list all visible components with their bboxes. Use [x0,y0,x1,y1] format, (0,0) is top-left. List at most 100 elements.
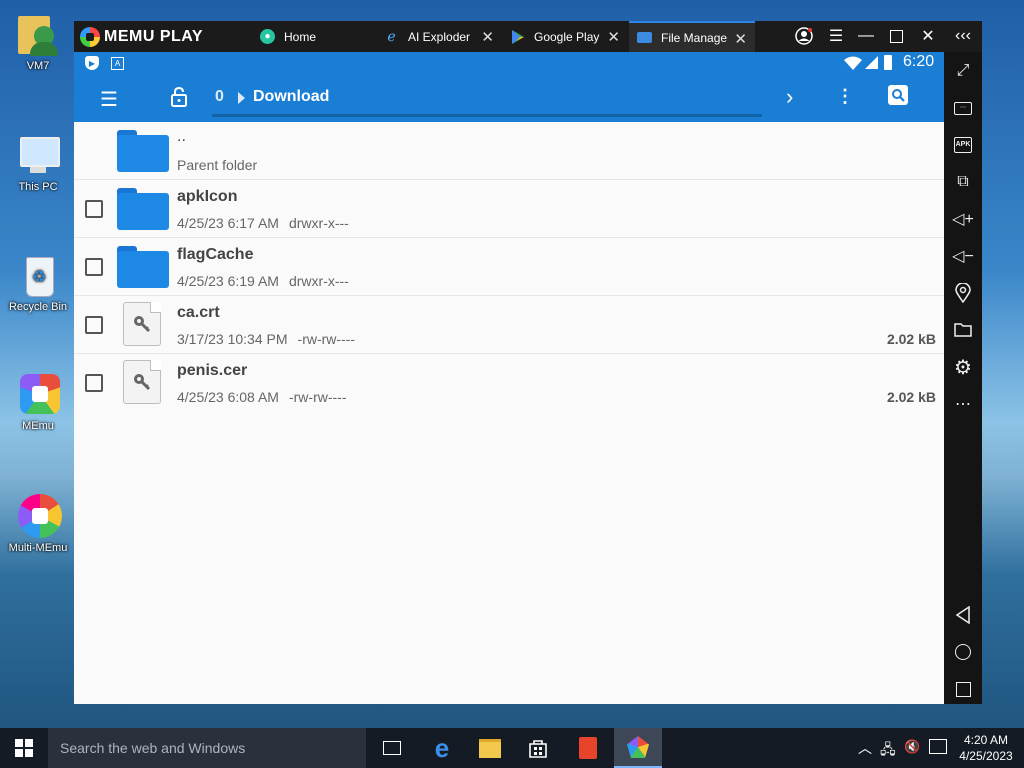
status-time: 6:20 [903,53,935,70]
item-name: .. [177,128,186,145]
desktop-icon-multi-memu[interactable]: Multi-MEmu [4,494,72,554]
memu-window: MEMU PLAY ● Home ℯ AI Exploder ✕ Google … [74,21,982,704]
tab-home[interactable]: ● Home [252,21,376,52]
app-bar: ☰ 0 Download › ⋮ [74,74,944,122]
folder-icon [117,130,169,172]
folder-icon [117,188,169,230]
ai-exploder-icon: ℯ [387,28,396,44]
back-icon[interactable] [951,603,975,627]
store-icon[interactable] [514,728,562,768]
memu-icon[interactable] [614,728,662,768]
status-bar: ▶ A 6:20 [74,52,944,74]
file-list: .. Parent folder apkIcon 4/25/23 6:17 AM… [74,122,944,411]
memu-logo-icon [80,27,100,47]
battery-icon [884,55,892,70]
certificate-key-icon [123,360,161,404]
menu-icon[interactable]: ☰ [825,25,847,47]
volume-up-icon[interactable]: ◁+ [951,207,975,231]
recents-icon[interactable] [951,677,975,701]
desktop-icon-label: VM7 [26,60,50,72]
account-icon[interactable] [793,25,815,47]
tab-ai-exploder[interactable]: ℯ AI Exploder ✕ [376,21,502,52]
chevron-up-icon[interactable]: ︿ [858,738,872,758]
start-button[interactable] [0,728,48,768]
multi-memu-icon [16,494,62,538]
minimize-icon[interactable]: — [855,25,877,47]
item-meta: 4/25/23 6:17 AM drwxr-x--- [177,215,349,231]
action-center-icon[interactable] [929,739,947,754]
maximize-icon[interactable] [885,25,907,47]
google-play-icon [510,29,525,44]
list-item[interactable]: apkIcon 4/25/23 6:17 AM drwxr-x--- [74,180,944,238]
location-icon[interactable] [951,281,975,305]
multi-window-icon[interactable]: ⧉ [951,170,975,194]
fullscreen-icon[interactable]: ⤢ [951,59,975,83]
memu-icon [16,372,60,416]
search-box[interactable]: Search the web and Windows [48,728,366,768]
desktop-icon-label: Multi-MEmu [8,542,68,554]
item-meta: Parent folder [177,157,258,173]
close-tab-icon[interactable]: ✕ [481,28,494,46]
tab-file-manager[interactable]: File Manage ✕ [629,21,755,52]
collapse-sidebar-icon[interactable]: ‹‹‹ [952,25,974,47]
item-meta: 3/17/23 10:34 PM -rw-rw---- [177,331,356,347]
chevron-right-icon[interactable]: › [786,84,793,110]
android-screen: ▶ A 6:20 ☰ 0 Download › ⋮ .. Parent fold [74,52,944,704]
breadcrumb-count[interactable]: 0 [215,88,224,106]
memu-logo: MEMU PLAY [80,26,203,48]
item-size: 2.02 kB [886,389,936,405]
certificate-key-icon [123,302,161,346]
office-icon[interactable] [564,728,612,768]
item-checkbox[interactable] [85,200,103,218]
tab-google-play[interactable]: Google Play ✕ [502,21,628,52]
file-explorer-icon[interactable] [466,728,514,768]
title-bar: MEMU PLAY ● Home ℯ AI Exploder ✕ Google … [74,21,982,52]
desktop-icon-vm7[interactable]: VM7 [4,12,72,72]
home-icon[interactable] [951,640,975,664]
volume-down-icon[interactable]: ◁− [951,244,975,268]
list-item[interactable]: penis.cer 4/25/23 6:08 AM -rw-rw---- 2.02… [74,354,944,411]
close-icon[interactable]: ✕ [917,25,939,47]
task-view-icon[interactable] [368,728,416,768]
clock-time: 4:20 AM [963,733,1009,747]
search-icon[interactable] [888,85,908,105]
desktop-icon-label: Recycle Bin [8,301,68,313]
search-placeholder: Search the web and Windows [60,740,246,756]
home-app-icon: ● [260,29,275,44]
keyboard-icon[interactable]: ⋯ [951,96,975,120]
list-item[interactable]: flagCache 4/25/23 6:19 AM drwxr-x--- [74,238,944,296]
unlock-icon[interactable] [171,87,187,107]
a-icon: A [111,57,124,70]
taskbar: Search the web and Windows e ︿ 🖧 🔇 4:20 … [0,728,1024,768]
item-name: flagCache [177,246,254,263]
apk-icon[interactable]: APK [951,133,975,157]
close-tab-icon[interactable]: ✕ [734,30,747,48]
user-folder-icon [16,12,60,56]
item-name: ca.crt [177,304,220,321]
item-meta: 4/25/23 6:08 AM -rw-rw---- [177,389,347,405]
more-icon[interactable]: ⋯ [951,392,975,416]
folder-icon [117,246,169,288]
desktop-icon-recycle-bin[interactable]: ♻ Recycle Bin [4,253,72,313]
hamburger-menu-icon[interactable]: ☰ [100,87,118,112]
network-icon[interactable]: 🖧 [880,739,896,763]
desktop-icon-this-pc[interactable]: This PC [4,133,72,193]
file-manager-icon [637,32,652,43]
list-item-parent-folder[interactable]: .. Parent folder [74,122,944,180]
windows-icon [15,739,33,757]
item-checkbox[interactable] [85,316,103,334]
more-vert-icon[interactable]: ⋮ [836,86,854,107]
item-checkbox[interactable] [85,258,103,276]
item-checkbox[interactable] [85,374,103,392]
volume-muted-icon[interactable]: 🔇 [904,739,920,755]
breadcrumb-folder[interactable]: Download [253,88,329,106]
list-item[interactable]: ca.crt 3/17/23 10:34 PM -rw-rw---- 2.02 k… [74,296,944,354]
emulator-toolbar: ⤢ ⋯ APK ⧉ ◁+ ◁− ⚙ ⋯ [944,52,982,704]
desktop-icon-label: MEmu [22,420,54,432]
settings-icon[interactable]: ⚙ [951,355,975,379]
clock[interactable]: 4:20 AM 4/25/2023 [958,732,1014,764]
edge-icon[interactable]: e [418,728,466,768]
folder-icon[interactable] [951,318,975,342]
desktop-icon-memu[interactable]: MEmu [4,372,72,432]
close-tab-icon[interactable]: ✕ [607,28,620,46]
